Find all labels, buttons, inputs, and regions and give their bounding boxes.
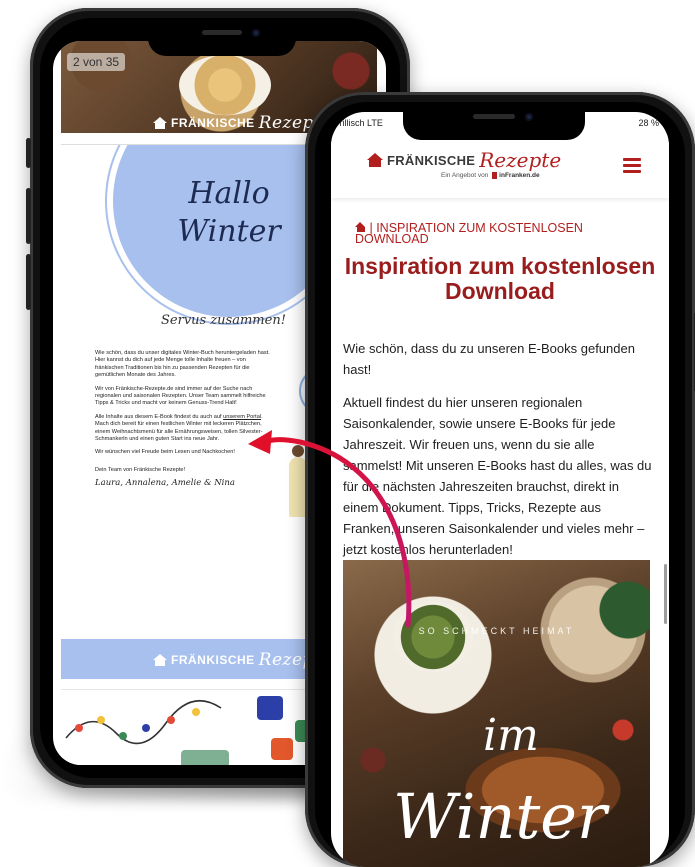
ebook-logo: FRÄNKISCHE Rezepte [153, 113, 332, 133]
tagline-prefix: Ein Angebot von [441, 172, 489, 180]
infranken-icon [492, 172, 498, 179]
intro-paragraph: Aktuell findest du hier unseren regional… [343, 395, 652, 557]
sprouts-bowl [393, 602, 473, 672]
breadcrumb: | INSPIRATION ZUM KOSTENLOSEN DOWNLOAD [355, 222, 645, 245]
winter-ebook-cover[interactable]: SO SCHMECKT HEIMAT im Winter [343, 560, 650, 867]
hallo-winter-heading: Hallo Winter [159, 175, 299, 251]
site-logo[interactable]: FRÄNKISCHE Rezepte [367, 148, 561, 172]
breadcrumb-text: | INSPIRATION ZUM KOSTENLOSEN DOWNLOAD [355, 221, 583, 246]
dumpling-dish [179, 55, 271, 115]
team-names: Laura, Annalena, Amelie & Nina [95, 478, 235, 489]
front-phone: Drillisch LTE 28 % FRÄNKISCHE Rezepte Ei… [305, 92, 695, 867]
portal-link[interactable]: unserem Portal [223, 414, 261, 420]
home-icon[interactable] [355, 222, 366, 232]
intro-paragraph: Wie schön, dass du zu unseren E-Books ge… [343, 341, 635, 377]
cover-word-im: im [483, 710, 539, 761]
mute-switch [26, 138, 31, 168]
front-phone-notch [403, 102, 585, 140]
puzzle-illustration [271, 738, 293, 760]
puzzle-illustration [257, 696, 283, 720]
ebook-paragraph: Alle Inhalte aus diesem E-Book findest d… [95, 414, 275, 444]
logo-word: FRÄNKISCHE [171, 653, 255, 667]
tagline-brand: inFranken.de [499, 172, 540, 180]
battery-label: 28 % [638, 118, 659, 128]
tagline: Ein Angebot von inFranken.de [441, 172, 540, 179]
brand-script: Rezepte [479, 148, 562, 172]
sign-off: Dein Team von Fränkische Rezepte! [95, 466, 186, 473]
logo-word: FRÄNKISCHE [171, 116, 255, 130]
hamburger-menu-icon[interactable] [623, 158, 641, 173]
greeting: Servus zusammen! [161, 313, 286, 328]
front-phone-screen[interactable]: Drillisch LTE 28 % FRÄNKISCHE Rezepte Ei… [331, 112, 669, 867]
site-header: FRÄNKISCHE Rezepte Ein Angebot von inFra… [331, 134, 669, 198]
ebook-paragraph: Wir von Fränkische-Rezepte.de sind immer… [95, 385, 266, 407]
winter-text: Winter [177, 214, 281, 249]
house-icon [153, 654, 167, 666]
brand-word: FRÄNKISCHE [387, 152, 476, 168]
intro-text: Wie schön, dass du zu unseren E-Books ge… [343, 338, 653, 572]
house-icon [367, 153, 383, 167]
page-counter: 2 von 35 [67, 53, 126, 71]
mug-illustration [181, 750, 229, 765]
hallo-text: Hallo [188, 176, 270, 211]
page-title: Inspiration zum kostenlosen Download [344, 253, 656, 304]
fairy-lights-illustration [65, 699, 222, 745]
scrollbar[interactable] [664, 564, 667, 624]
house-icon [153, 117, 167, 129]
cover-brand-line: SO SCHMECKT HEIMAT [418, 626, 575, 636]
back-phone-notch [148, 18, 296, 56]
portal-lead: Alle Inhalte aus diesem E-Book findest d… [95, 413, 222, 420]
ebook-paragraph: Wir wünschen viel Freude beim Lesen und … [95, 449, 235, 456]
volume-up-button [26, 188, 31, 244]
ebook-body: Wie schön, dass du unser digitales Winte… [95, 350, 275, 488]
ebook-paragraph: Wie schön, dass du unser digitales Winte… [95, 350, 270, 379]
cover-word-winter: Winter [393, 780, 607, 853]
volume-down-button [26, 254, 31, 310]
carrier-label: Drillisch LTE [333, 118, 383, 128]
